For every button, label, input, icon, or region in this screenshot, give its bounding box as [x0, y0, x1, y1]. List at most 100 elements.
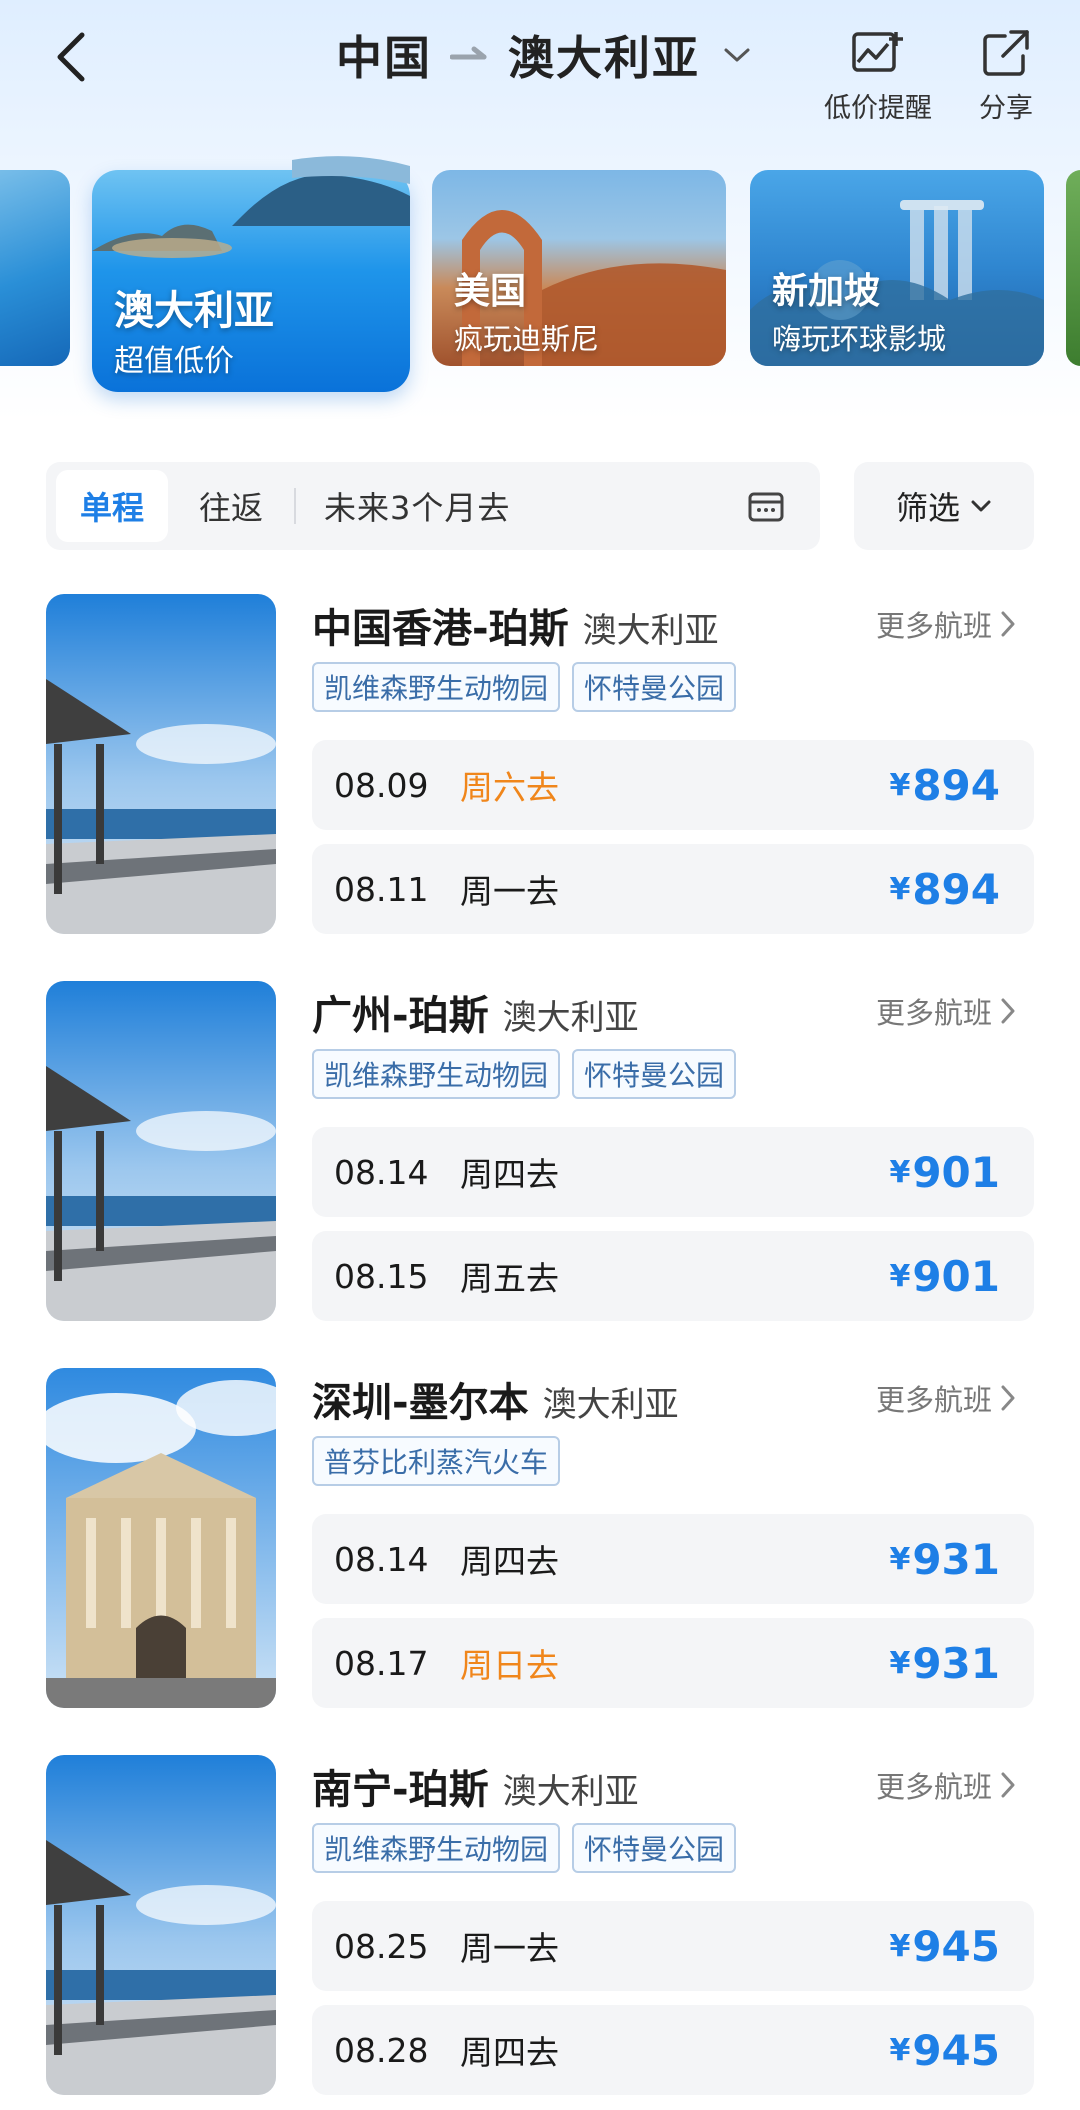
route-name: 南宁-珀斯 [312, 1767, 489, 1813]
destination-card-usa[interactable]: 美国 疯玩迪斯尼 [432, 170, 726, 366]
fare-option[interactable]: 08.15 周五去 ¥901 [312, 1231, 1034, 1321]
attraction-tag: 怀特曼公园 [572, 662, 737, 712]
currency-symbol: ¥ [889, 871, 911, 907]
destination-card-singapore[interactable]: 新加坡 嗨玩环球影城 [750, 170, 1044, 366]
currency-symbol: ¥ [889, 767, 911, 803]
route-country: 澳大利亚 [582, 611, 719, 651]
attraction-tag: 凯维森野生动物园 [312, 1049, 561, 1099]
chevron-right-icon [1001, 1385, 1015, 1411]
attraction-tag: 怀特曼公园 [572, 1049, 737, 1099]
fare-option[interactable]: 08.09 周六去 ¥894 [312, 740, 1034, 830]
more-flights-link[interactable]: 更多航班 [876, 1374, 1016, 1422]
more-flights-link[interactable]: 更多航班 [876, 987, 1016, 1035]
fare-option[interactable]: 08.14 周四去 ¥931 [312, 1514, 1034, 1604]
fare-weekday: 周四去 [460, 1542, 559, 1581]
more-flights-label: 更多航班 [876, 1383, 993, 1417]
card-scenery-image [92, 156, 410, 258]
fare-price: ¥894 [889, 844, 1000, 934]
chevron-left-icon [57, 32, 85, 82]
route-heading: 南宁-珀斯 澳大利亚 [312, 1757, 639, 1813]
fare-price: ¥901 [889, 1231, 1000, 1321]
fare-amount: 931 [912, 1534, 1000, 1584]
share-button[interactable]: 分享 [946, 24, 1066, 125]
route-card[interactable]: 中国香港-珀斯 澳大利亚 更多航班 凯维森野生动物园 怀特曼公园 08.09 周… [0, 594, 1080, 954]
fare-option[interactable]: 08.11 周一去 ¥894 [312, 844, 1034, 934]
fare-weekday: 周日去 [460, 1646, 559, 1685]
more-flights-label: 更多航班 [876, 609, 993, 643]
fare-date: 08.25 [334, 1926, 429, 1966]
fare-price: ¥894 [889, 740, 1000, 830]
more-flights-link[interactable]: 更多航班 [876, 1761, 1016, 1809]
fare-date: 08.09 [334, 765, 429, 805]
destination-subtitle: 嗨玩环球影城 [772, 322, 947, 356]
divider [294, 488, 296, 524]
fare-price: ¥931 [889, 1618, 1000, 1708]
attraction-tag: 凯维森野生动物园 [312, 662, 561, 712]
filter-label: 筛选 [895, 489, 960, 527]
attraction-tags: 凯维森野生动物园 怀特曼公园 [312, 662, 737, 712]
destination-name: 美国 [454, 271, 527, 312]
route-country: 澳大利亚 [502, 998, 639, 1038]
route-heading: 广州-珀斯 澳大利亚 [312, 983, 639, 1039]
currency-symbol: ¥ [889, 1928, 911, 1964]
fare-price: ¥901 [889, 1127, 1000, 1217]
fare-weekday: 周五去 [460, 1259, 559, 1298]
fare-date: 08.14 [334, 1539, 429, 1579]
share-label: 分享 [979, 93, 1033, 124]
fare-date: 08.14 [334, 1152, 429, 1192]
fare-amount: 901 [912, 1251, 1000, 1301]
destination-carousel[interactable]: 澳大利亚 超值低价 美国 疯玩迪斯尼 新加坡 嗨玩环球影城 [0, 150, 1080, 400]
price-alert-button[interactable]: 低价提醒 [818, 24, 938, 125]
arrow-right-icon [450, 45, 490, 65]
route-image [46, 1755, 276, 2095]
fare-price: ¥931 [889, 1514, 1000, 1604]
route-image [46, 594, 276, 934]
fare-price: ¥945 [889, 2005, 1000, 2095]
route-card[interactable]: 南宁-珀斯 澳大利亚 更多航班 凯维森野生动物园 怀特曼公园 08.25 周一去… [0, 1755, 1080, 2110]
tab-one-way[interactable]: 单程 [56, 470, 168, 542]
more-flights-link[interactable]: 更多航班 [876, 600, 1016, 648]
chevron-down-icon [971, 500, 991, 512]
fare-option[interactable]: 08.28 周四去 ¥945 [312, 2005, 1034, 2095]
chevron-right-icon [1001, 611, 1015, 637]
fare-amount: 931 [912, 1638, 1000, 1688]
back-button[interactable] [52, 22, 112, 92]
route-image [46, 1368, 276, 1708]
fare-price: ¥945 [889, 1901, 1000, 1991]
fare-date: 08.28 [334, 2030, 429, 2070]
fare-date: 08.17 [334, 1643, 429, 1683]
attraction-tag: 怀特曼公园 [572, 1823, 737, 1873]
currency-symbol: ¥ [889, 1645, 911, 1681]
price-alert-icon [818, 24, 938, 82]
fare-date: 08.15 [334, 1256, 429, 1296]
share-icon [946, 24, 1066, 82]
destination-card-australia[interactable]: 澳大利亚 超值低价 [92, 156, 410, 392]
route-title-selector[interactable]: 中国 澳大利亚 [336, 20, 752, 90]
currency-symbol: ¥ [889, 1541, 911, 1577]
fare-amount: 894 [912, 760, 1000, 810]
fare-weekday: 周四去 [460, 2033, 559, 2072]
route-country: 澳大利亚 [542, 1385, 679, 1425]
origin-label: 中国 [336, 31, 432, 85]
route-card[interactable]: 深圳-墨尔本 澳大利亚 更多航班 普芬比利蒸汽火车 08.14 周四去 ¥931… [0, 1368, 1080, 1728]
chevron-right-icon [1001, 998, 1015, 1024]
fare-weekday: 周四去 [460, 1155, 559, 1194]
destination-subtitle: 超值低价 [114, 344, 234, 379]
destination-card-partial[interactable] [0, 170, 70, 366]
filter-button[interactable]: 筛选 [854, 462, 1034, 550]
chevron-right-icon [1001, 1772, 1015, 1798]
date-range-selector[interactable]: 未来3个月去 [324, 470, 584, 542]
calendar-icon[interactable] [746, 486, 786, 526]
currency-symbol: ¥ [889, 1258, 911, 1294]
fare-option[interactable]: 08.14 周四去 ¥901 [312, 1127, 1034, 1217]
top-bar: 中国 澳大利亚 低价提醒 分享 [0, 0, 1080, 130]
destination-card-partial[interactable] [1066, 170, 1080, 366]
chevron-down-icon [722, 45, 752, 65]
more-flights-label: 更多航班 [876, 996, 993, 1030]
tab-round-trip[interactable]: 往返 [176, 470, 286, 542]
route-card[interactable]: 广州-珀斯 澳大利亚 更多航班 凯维森野生动物园 怀特曼公园 08.14 周四去… [0, 981, 1080, 1341]
fare-option[interactable]: 08.25 周一去 ¥945 [312, 1901, 1034, 1991]
more-flights-label: 更多航班 [876, 1770, 993, 1804]
fare-option[interactable]: 08.17 周日去 ¥931 [312, 1618, 1034, 1708]
destination-name: 新加坡 [772, 271, 881, 312]
